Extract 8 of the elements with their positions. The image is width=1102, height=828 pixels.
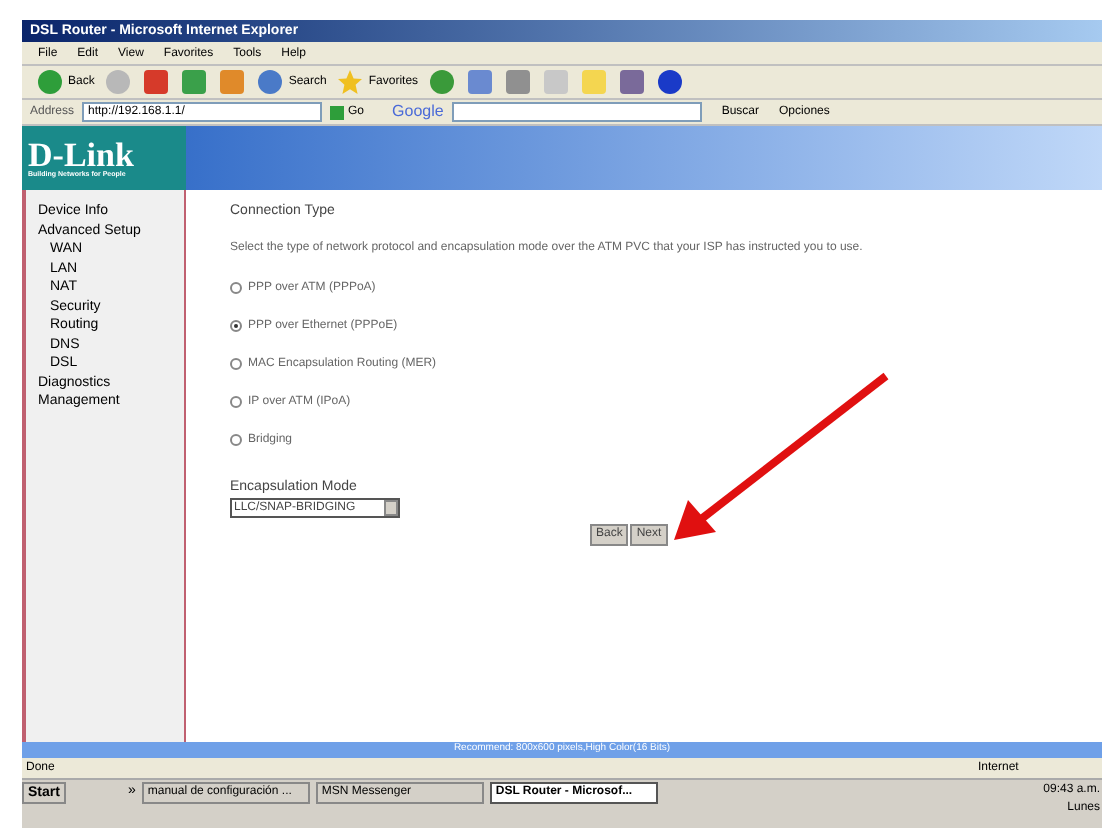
radio-button[interactable] bbox=[230, 396, 242, 408]
google-search-field[interactable] bbox=[451, 102, 702, 122]
radio-button[interactable] bbox=[230, 320, 242, 332]
radio-button[interactable] bbox=[230, 434, 242, 446]
radio-button[interactable] bbox=[230, 282, 242, 294]
radio-button[interactable] bbox=[230, 358, 242, 370]
favorites-icon bbox=[336, 68, 365, 96]
google-logo: Google bbox=[392, 100, 444, 124]
